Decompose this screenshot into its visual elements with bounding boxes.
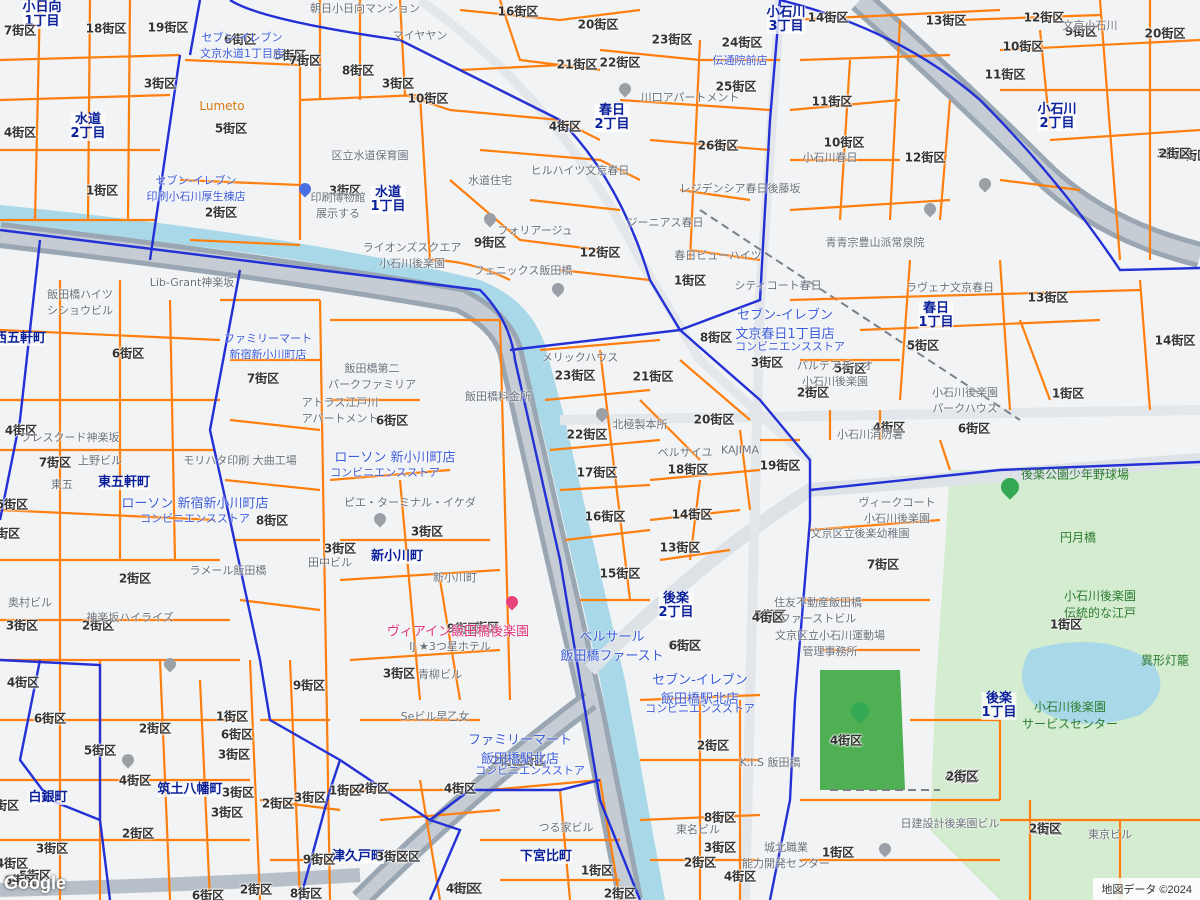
map-attribution[interactable]: 地図データ ©2024 bbox=[1093, 878, 1200, 900]
map-canvas[interactable]: 小日向 1丁目 水道 2丁目 水道 1丁目 春日 2丁目 小石川 3丁目 小石川… bbox=[0, 0, 1200, 900]
google-logo: Google bbox=[4, 873, 66, 893]
map-base-layer bbox=[0, 0, 1200, 900]
